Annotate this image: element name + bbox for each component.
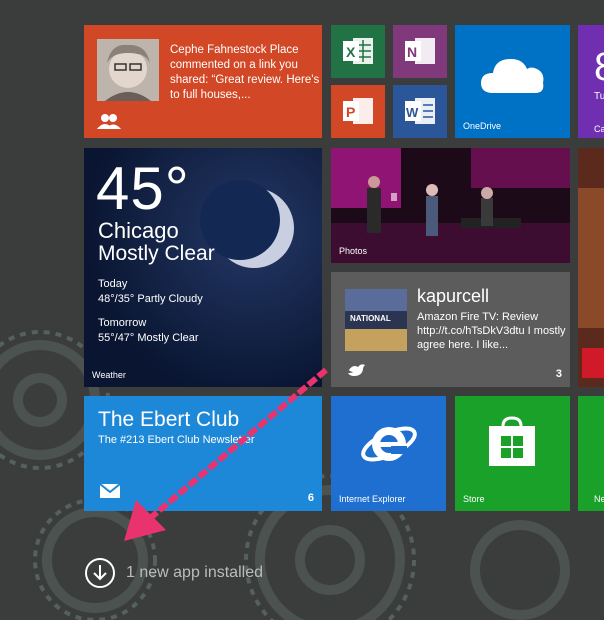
app-installed-notification[interactable]: 1 new app installed <box>84 557 263 589</box>
annotation-arrow <box>124 367 328 541</box>
notification-text: 1 new app installed <box>126 564 263 581</box>
download-circle-icon <box>85 558 115 588</box>
